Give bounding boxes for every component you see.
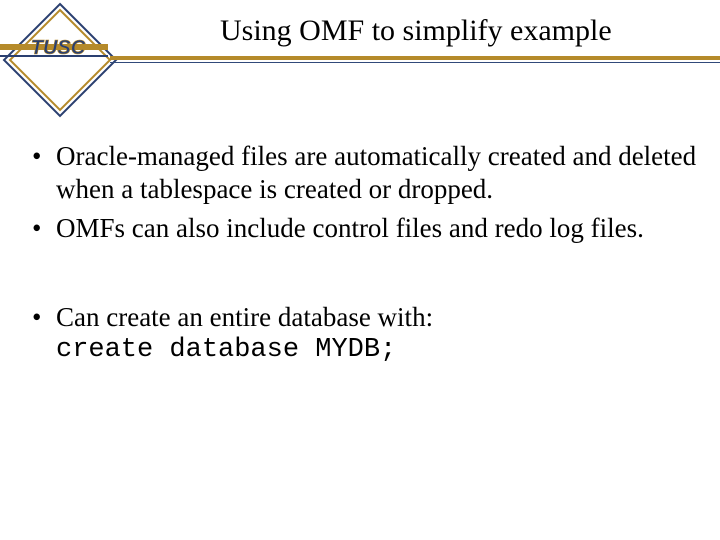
divider-gold: [110, 56, 720, 60]
bullet-list-2: Can create an entire database with: crea…: [28, 301, 708, 367]
bullet-item: Can create an entire database with: crea…: [28, 301, 708, 367]
divider-navy: [110, 62, 720, 63]
slide-header: TUSC Using OMF to simplify example: [0, 0, 720, 88]
slide-title: Using OMF to simplify example: [220, 14, 612, 48]
logo-text: TUSC: [31, 37, 86, 59]
bullet-text: Can create an entire database with:: [56, 302, 433, 332]
bullet-list-1: Oracle-managed files are automatically c…: [28, 140, 708, 245]
tusc-logo: TUSC: [0, 0, 120, 120]
bullet-item: Oracle-managed files are automatically c…: [28, 140, 708, 206]
slide-body: Oracle-managed files are automatically c…: [28, 140, 708, 373]
code-line: create database MYDB;: [56, 334, 708, 367]
bullet-item: OMFs can also include control files and …: [28, 212, 708, 245]
